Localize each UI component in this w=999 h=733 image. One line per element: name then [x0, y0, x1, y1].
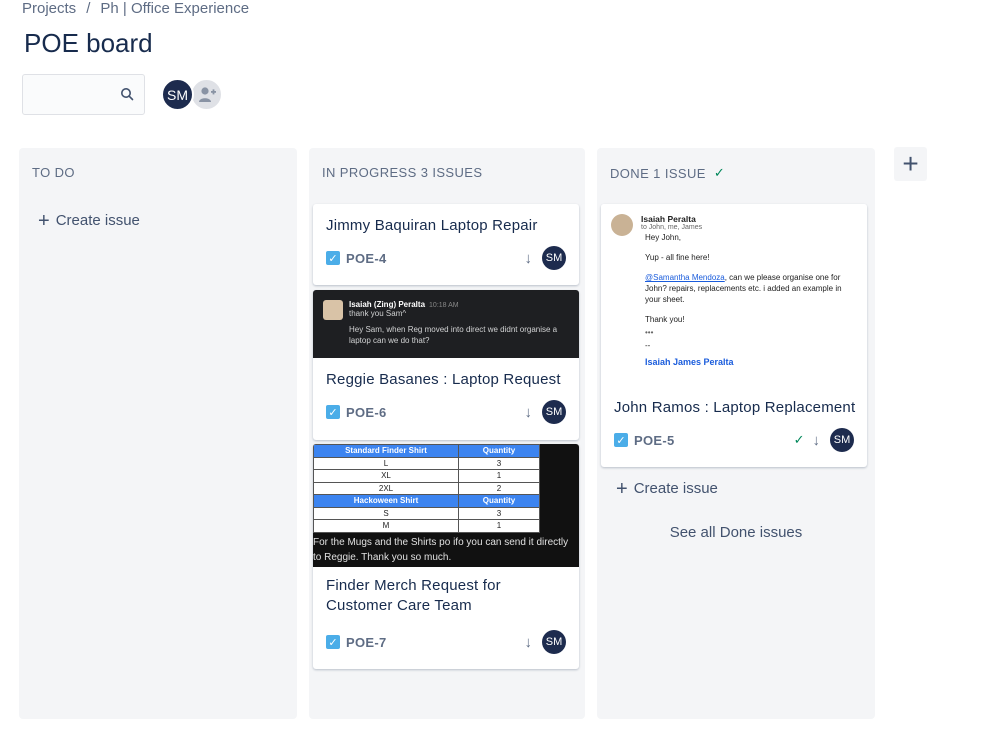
done-check-icon: ✓	[713, 165, 726, 180]
assignee-avatar[interactable]: SM	[542, 400, 566, 424]
create-issue-button[interactable]: + Create issue	[38, 209, 140, 232]
card-attachment-thumbnail: Standard Finder Shirt Quantity L3 XL 1 2XL…	[313, 444, 579, 567]
assignee-avatar[interactable]: SM	[542, 246, 566, 270]
issue-card[interactable]: Standard Finder Shirt Quantity L3 XL 1 2XL…	[313, 444, 579, 669]
card-title: John Ramos : Laptop Replacement	[614, 399, 856, 416]
email-mention: @Samantha Mendoza	[645, 273, 725, 282]
column-in-progress: IN PROGRESS 3 ISSUES Jimmy Baquiran Lapt…	[309, 148, 585, 719]
create-issue-button[interactable]: + Create issue	[616, 477, 718, 500]
plus-icon: +	[616, 477, 628, 500]
column-title: DONE 1 ISSUE ✓	[610, 165, 725, 181]
email-ellipsis: •••	[645, 328, 654, 337]
issue-card[interactable]: Isaiah Peralta to John, me, James Hey Jo…	[601, 204, 867, 467]
column-title-text: DONE 1 ISSUE	[610, 165, 706, 181]
card-title: Finder Merch Request for Customer Care T…	[326, 576, 501, 616]
spreadsheet-thumbnail: Standard Finder Shirt Quantity L3 XL 1 2XL…	[313, 444, 540, 533]
plus-icon: +	[38, 209, 50, 232]
profile-photo	[323, 300, 343, 320]
card-footer: ✓ POE-4 ↓ SM	[326, 246, 566, 270]
email-text: Thank you!	[645, 315, 685, 324]
issue-key[interactable]: POE-7	[346, 635, 387, 650]
card-title: Reggie Basanes : Laptop Request	[326, 371, 561, 388]
card-footer: ✓ POE-6 ↓ SM	[326, 400, 566, 424]
create-issue-label: Create issue	[55, 212, 140, 229]
card-attachment-thumbnail: Isaiah Peralta to John, me, James Hey Jo…	[601, 204, 867, 388]
column-todo: TO DO + Create issue	[19, 148, 297, 719]
story-checkbox-icon: ✓	[614, 433, 628, 447]
add-people-button[interactable]	[190, 78, 223, 111]
thumb-time: 10:18 AM	[429, 302, 459, 309]
card-attachment-thumbnail: Isaiah (Zing) Peralta 10:18 AM thank you …	[313, 290, 579, 358]
column-title: TO DO	[32, 165, 75, 180]
email-text: Yup - all fine here!	[645, 253, 710, 262]
issue-card[interactable]: Jimmy Baquiran Laptop Repair ✓ POE-4 ↓ S…	[313, 204, 579, 285]
column-title: IN PROGRESS 3 ISSUES	[322, 165, 482, 180]
issue-key[interactable]: POE-4	[346, 251, 387, 266]
add-person-icon	[198, 86, 216, 102]
card-footer: ✓ POE-5 ✓ ↓ SM	[614, 428, 854, 452]
story-checkbox-icon: ✓	[326, 405, 340, 419]
create-issue-label: Create issue	[633, 480, 718, 497]
thumb-note: For the Mugs and the Shirts po ifo you c…	[313, 536, 569, 563]
email-signature: Isaiah James Peralta	[645, 357, 734, 367]
search-icon[interactable]	[120, 87, 134, 101]
priority-low-icon: ↓	[812, 431, 821, 449]
email-recipients: to John, me, James	[641, 224, 703, 231]
add-column-button[interactable]: +	[894, 147, 927, 181]
column-title-text: TO DO	[32, 165, 75, 180]
page-title: POE board	[24, 28, 153, 58]
breadcrumb-separator: /	[86, 0, 91, 17]
thumb-message: Hey Sam, when Reg moved into direct we d…	[349, 325, 558, 345]
plus-icon: +	[902, 148, 919, 179]
issue-key[interactable]: POE-6	[346, 405, 387, 420]
breadcrumb-projects[interactable]: Projects	[22, 0, 76, 17]
email-sender: Isaiah Peralta	[641, 214, 696, 224]
email-text: --	[645, 341, 651, 350]
story-checkbox-icon: ✓	[326, 251, 340, 265]
priority-low-icon: ↓	[524, 633, 533, 651]
search-box[interactable]	[22, 74, 145, 115]
see-all-done-link[interactable]: See all Done issues	[597, 524, 875, 541]
issue-key[interactable]: POE-5	[634, 433, 675, 448]
priority-low-icon: ↓	[524, 249, 533, 267]
column-done: DONE 1 ISSUE ✓ Isaiah Peralta to John, m…	[597, 148, 875, 719]
column-title-text: IN PROGRESS 3 ISSUES	[322, 165, 483, 180]
card-title-line: Customer Care Team	[326, 597, 472, 614]
profile-photo	[611, 214, 633, 236]
priority-low-icon: ↓	[524, 403, 533, 421]
resolved-check-icon: ✓	[793, 432, 805, 447]
breadcrumb: Projects / Ph | Office Experience	[22, 0, 249, 17]
search-input[interactable]	[23, 75, 113, 113]
breadcrumb-project[interactable]: Ph | Office Experience	[100, 0, 249, 17]
card-title: Jimmy Baquiran Laptop Repair	[326, 217, 538, 234]
card-footer: ✓ POE-7 ↓ SM	[326, 630, 566, 654]
email-text: @Samantha Mendoza, can we please organis…	[645, 272, 857, 305]
email-text: Hey John,	[645, 233, 682, 242]
assignee-avatar[interactable]: SM	[830, 428, 854, 452]
issue-card[interactable]: Isaiah (Zing) Peralta 10:18 AM thank you …	[313, 290, 579, 440]
avatar[interactable]: SM	[161, 78, 194, 111]
card-title-line: Finder Merch Request for	[326, 577, 501, 594]
assignee-avatar[interactable]: SM	[542, 630, 566, 654]
story-checkbox-icon: ✓	[326, 635, 340, 649]
thumb-sender: Isaiah (Zing) Peralta	[349, 300, 426, 309]
thumb-message: thank you Sam^	[349, 309, 407, 318]
